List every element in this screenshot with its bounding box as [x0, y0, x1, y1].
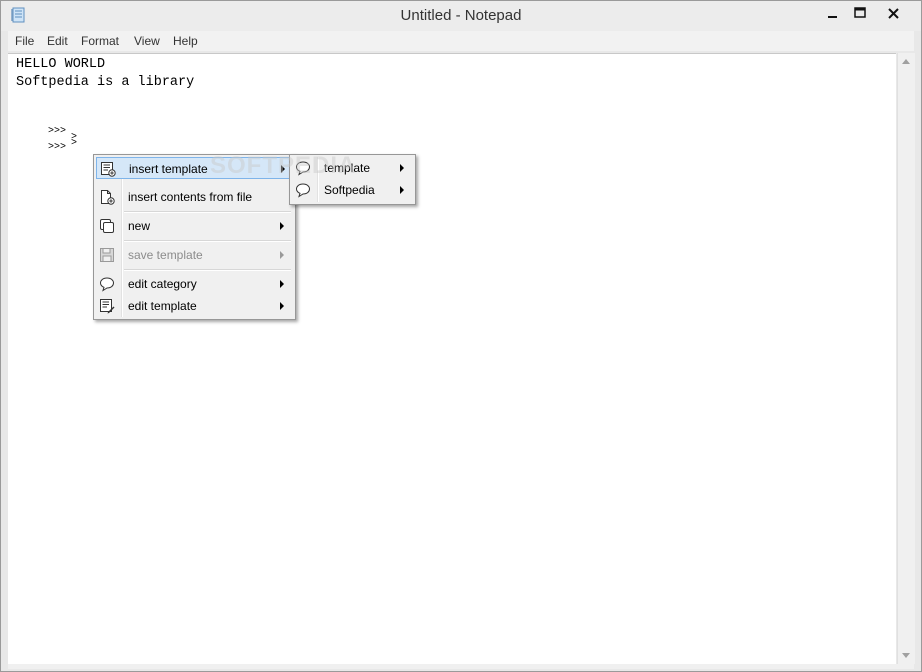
menu-item-label: edit category	[128, 277, 197, 291]
menu-separator	[124, 269, 291, 271]
editor-line: Softpedia is a library	[16, 75, 195, 90]
menu-item-edit-category[interactable]: edit category	[96, 273, 291, 295]
file-insert-icon	[101, 190, 115, 205]
menu-item-label: insert contents from file	[128, 190, 253, 204]
submenu-arrow-icon	[280, 302, 284, 310]
menu-item-label: edit template	[128, 299, 197, 313]
prompt-text: >>>	[48, 126, 67, 137]
menu-separator	[124, 211, 291, 213]
scroll-down-icon[interactable]	[902, 653, 910, 658]
maximize-icon	[854, 7, 866, 18]
submenu-arrow-icon	[280, 222, 284, 230]
submenu-arrow-icon	[281, 165, 285, 173]
menu-item-edit-template[interactable]: edit template	[96, 295, 291, 317]
menu-item-insert-template[interactable]: insert template	[96, 157, 291, 179]
menu-separator	[124, 240, 291, 242]
menu-edit[interactable]: Edit	[47, 34, 68, 48]
submenu-arrow-icon	[400, 186, 404, 194]
notepad-window: Untitled - Notepad File Edit Format View…	[0, 0, 922, 672]
text-editor[interactable]: HELLO WORLD Softpedia is a library >>> >…	[8, 53, 896, 665]
context-menu: insert template insert contents from fil…	[93, 154, 296, 320]
submenu-item-label: Softpedia	[324, 183, 375, 197]
close-icon	[888, 8, 899, 19]
title-bar[interactable]: Untitled - Notepad	[1, 1, 921, 31]
template-edit-icon	[100, 299, 115, 314]
menu-bar: File Edit Format View Help	[8, 31, 914, 51]
menu-item-insert-contents-from-file[interactable]: insert contents from file	[96, 186, 291, 208]
menu-item-label: save template	[128, 248, 203, 262]
submenu-item-label: template	[324, 161, 371, 175]
submenu-arrow-icon	[400, 164, 404, 172]
window-bottom-border	[8, 664, 914, 669]
speech-bubble-icon	[295, 161, 311, 176]
close-button[interactable]	[871, 3, 916, 25]
scroll-up-icon[interactable]	[902, 59, 910, 64]
submenu-item-template[interactable]: template	[292, 157, 411, 179]
submenu-item-softpedia[interactable]: Softpedia	[292, 179, 411, 201]
menu-help[interactable]: Help	[173, 34, 198, 48]
submenu-arrow-icon	[280, 280, 284, 288]
menu-file[interactable]: File	[15, 34, 34, 48]
menu-item-label: new	[128, 219, 151, 233]
speech-bubble-icon	[295, 183, 311, 198]
maximize-button[interactable]	[846, 3, 874, 25]
minimize-button[interactable]	[818, 3, 846, 25]
vertical-scrollbar[interactable]	[897, 53, 915, 664]
menu-format[interactable]: Format	[81, 34, 119, 48]
menu-item-new[interactable]: new	[96, 215, 291, 237]
prompt-text: >	[71, 138, 78, 149]
floppy-disk-icon	[100, 248, 114, 262]
menu-item-save-template[interactable]: save template	[96, 244, 291, 266]
window-title: Untitled - Notepad	[400, 7, 522, 24]
submenu-arrow-icon	[280, 251, 284, 259]
template-insert-icon	[101, 162, 116, 177]
minimize-icon	[828, 16, 837, 18]
editor-line: HELLO WORLD	[16, 57, 106, 72]
speech-bubble-icon	[99, 277, 115, 292]
new-window-icon	[100, 219, 114, 233]
template-submenu: template Softpedia	[289, 154, 416, 205]
menu-view[interactable]: View	[134, 34, 160, 48]
prompt-text: >>>	[48, 142, 67, 153]
menu-item-label: insert template	[129, 162, 208, 176]
